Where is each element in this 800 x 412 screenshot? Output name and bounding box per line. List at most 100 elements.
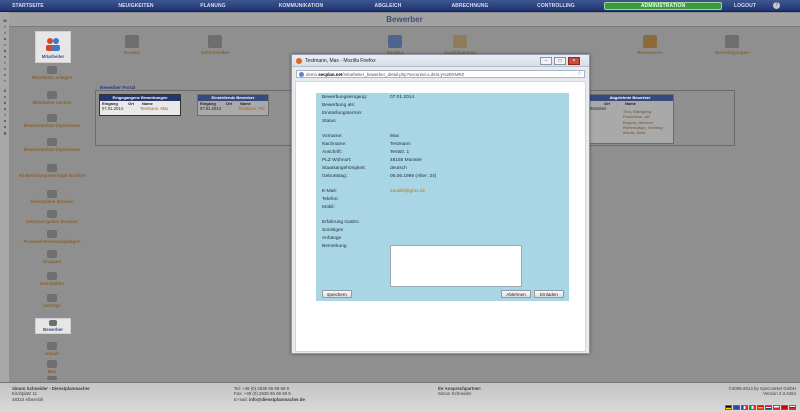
vertical-tab-strip[interactable]: M i t a r b e i t e r S c h u l u n g	[0, 12, 9, 382]
bookmark-star-icon[interactable]: ☆	[577, 71, 582, 77]
page-header: Bewerber	[9, 13, 800, 27]
vstrip-letter: a	[3, 36, 7, 41]
flag-pl-icon[interactable]	[773, 405, 780, 410]
module-struktur[interactable]: Struktur	[375, 35, 415, 55]
firefox-icon	[296, 58, 302, 64]
boxes-icon	[643, 35, 657, 48]
flag-ru-icon[interactable]	[789, 405, 796, 410]
module-schnittstellen[interactable]: Schnittstellen	[195, 35, 235, 55]
vstrip-letter: e	[3, 54, 7, 59]
sidebar-item-mitarbeiter[interactable]: Mitarbeiter	[35, 31, 71, 63]
field-value: Testmann	[390, 142, 411, 147]
nav-abgleich[interactable]: ABGLEICH	[356, 0, 420, 12]
flag-tr-icon[interactable]	[781, 405, 788, 410]
remark-textarea[interactable]	[390, 245, 522, 287]
sidebar-item-dienstvorgaben[interactable]: Dienstvorgaben drucken	[9, 210, 95, 224]
flag-fr-icon[interactable]	[741, 405, 748, 410]
vstrip-letter: u	[3, 118, 7, 123]
footer-contact: Simon Schneider	[438, 391, 472, 397]
footer-email-link[interactable]: info@dienstplanmacher.de	[249, 397, 305, 402]
field-value: Max	[390, 134, 400, 139]
field-value: Teststr. 1	[390, 150, 410, 155]
top-navigation: STARTSEITE NEUIGKEITEN PLANUNG KOMMUNIKA…	[0, 0, 800, 12]
url-text: demo.secplan.net/mitarbeiter_bewerber_de…	[306, 72, 464, 77]
sidebar-item-befristung[interactable]: Alt-Befristungsverträge drucken	[9, 164, 95, 178]
nav-planung[interactable]: PLANUNG	[180, 0, 246, 12]
save-button[interactable]: speichern	[322, 290, 352, 298]
url-domain: secplan.net	[318, 72, 343, 77]
nav-administration[interactable]: ADMINISTRATION	[604, 2, 722, 10]
module-berechtigungen[interactable]: Berechtigungen	[712, 35, 752, 55]
email-link[interactable]: sauskli@gmx.de	[390, 189, 425, 194]
field-label: Bewerbung als:	[322, 103, 356, 108]
vstrip-letter: t	[4, 66, 6, 71]
maximize-button[interactable]: □	[554, 57, 566, 65]
reject-button[interactable]: Ablehnen	[501, 290, 531, 298]
sidebar-item-mas[interactable]: Mas	[9, 360, 95, 374]
sidebar-item-geschaeften[interactable]: Geschäften	[9, 272, 95, 286]
close-button[interactable]: ×	[568, 57, 580, 65]
sidebar-item-dienstplaene[interactable]: Dienstpläne drucken	[9, 190, 95, 204]
sidebar-item-suchen[interactable]: Mitarbeiter suchen	[9, 91, 95, 105]
vstrip-letter: i	[4, 24, 6, 29]
group-icon	[47, 250, 57, 258]
nav-logout[interactable]: LOGOUT	[730, 0, 760, 12]
page-title: Bewerber	[386, 15, 423, 24]
module-kunden[interactable]: Kunden	[112, 35, 152, 55]
table-row[interactable]: 07.01.2014 Testmann, Max	[100, 106, 180, 111]
sidebar-item-bewerber[interactable]: Bewerber	[35, 318, 71, 334]
field-label: Staatsangehörigkeit:	[322, 166, 366, 171]
globe-icon	[299, 72, 304, 77]
field-label: Bewerbungseingang:	[322, 95, 368, 100]
nav-startseite[interactable]: STARTSEITE	[2, 0, 54, 12]
applicant-link[interactable]: Testmann, Pia	[238, 106, 265, 111]
minimize-button[interactable]: –	[540, 57, 552, 65]
vstrip-letter: n	[3, 124, 7, 129]
field-value: deutsch	[390, 166, 407, 171]
flag-gb-icon[interactable]	[733, 405, 740, 410]
search-icon	[47, 91, 57, 99]
invite-button[interactable]: Einladen	[534, 290, 564, 298]
nav-abrechnung[interactable]: ABRECHNUNG	[434, 0, 506, 12]
nav-kommunikation[interactable]: KOMMUNIKATION	[262, 0, 340, 12]
users-icon	[46, 38, 60, 51]
sidebar-item-anlegen[interactable]: Mitarbeiter anlegen	[9, 66, 95, 80]
flag-it-icon[interactable]	[749, 405, 756, 410]
vstrip-letter: t	[4, 30, 6, 35]
flag-de-icon[interactable]	[725, 405, 732, 410]
vstrip-letter: u	[3, 106, 7, 111]
flag-es-icon[interactable]	[757, 405, 764, 410]
sidebar-item-gruppen[interactable]: Gruppen	[9, 250, 95, 264]
vstrip-letter: e	[3, 72, 7, 77]
applicant-detail-window: Testmann, Max - Mozilla Firefox – □ × de…	[291, 54, 590, 354]
table-row[interactable]: 07.01.2014 Testmann, Pia	[198, 106, 268, 111]
print-icon	[47, 190, 57, 198]
cube-icon	[388, 35, 402, 48]
import-icon	[47, 114, 57, 122]
interface-icon	[208, 35, 222, 48]
field-label: Geburtstag:	[322, 174, 348, 179]
field-label: Erfahrung Gastro	[322, 220, 359, 225]
url-bar[interactable]: demo.secplan.net/mitarbeiter_bewerber_de…	[296, 70, 585, 78]
sidebar-item-import-2[interactable]: Mitarbeiterliste importieren	[9, 138, 95, 152]
cell-date: 07.01.2014	[102, 106, 123, 111]
applicant-link[interactable]: Testmann, Max	[140, 106, 168, 111]
module-ressourcen[interactable]: Ressourcen	[630, 35, 670, 55]
nav-neuigkeiten[interactable]: NEUIGKEITEN	[100, 0, 172, 12]
document-icon	[47, 164, 57, 172]
applicant-icon	[49, 320, 57, 326]
vstrip-letter: r	[4, 42, 6, 47]
flag-nl-icon[interactable]	[765, 405, 772, 410]
print-icon	[47, 210, 57, 218]
sidebar-item-vortraege[interactable]: Vorträge	[9, 294, 95, 308]
module-qualifikationen[interactable]: Qualifikationen	[440, 35, 480, 55]
sidebar-item-urlaub[interactable]: Urlaub	[9, 342, 95, 356]
field-label: Mobil:	[322, 205, 335, 210]
window-titlebar[interactable]: Testmann, Max - Mozilla Firefox – □ ×	[292, 55, 589, 67]
sidebar-item-import[interactable]: Mitarbeiterliste importieren	[9, 114, 95, 128]
sidebar-item-erfassung[interactable]: Personal-Erfassungsbögen	[9, 230, 95, 244]
nav-controlling[interactable]: CONTROLLING	[522, 0, 590, 12]
vstrip-letter: i	[4, 60, 6, 65]
help-icon[interactable]: ?	[773, 2, 780, 9]
applicant-link[interactable]: Wurth, Nina	[623, 130, 663, 135]
